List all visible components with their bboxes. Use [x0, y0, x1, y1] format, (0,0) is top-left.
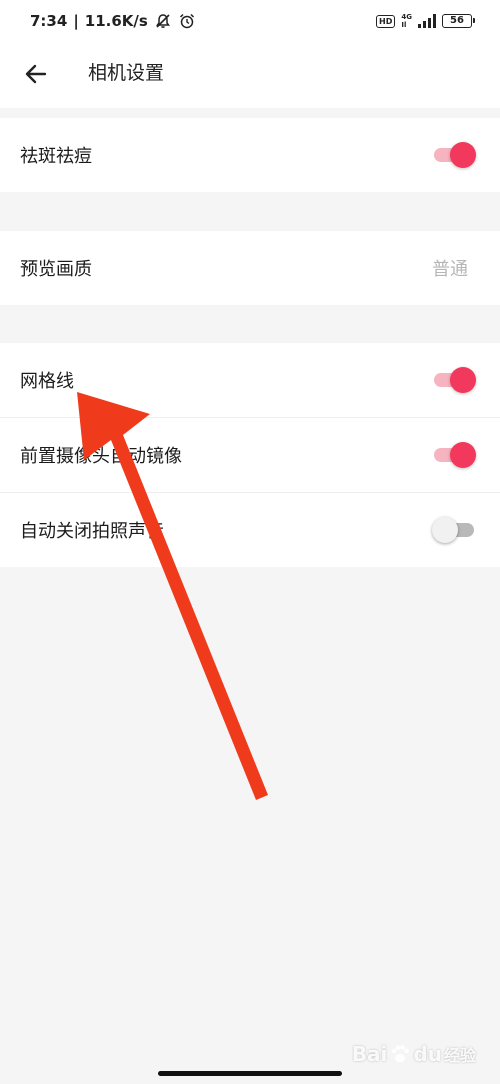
- watermark-brand-end: du: [413, 1042, 442, 1066]
- setting-label: 预览画质: [20, 259, 92, 280]
- top-app-bar: 相机设置: [0, 40, 500, 108]
- back-button[interactable]: [14, 52, 58, 96]
- arrow-left-icon: [25, 64, 47, 84]
- battery-indicator: 56: [442, 14, 475, 28]
- setting-row-blemish-removal[interactable]: 祛斑祛痘: [0, 118, 500, 192]
- toggle-knob: [450, 142, 476, 168]
- setting-row-preview-quality[interactable]: 预览画质 普通: [0, 231, 500, 305]
- mute-bell-icon: [155, 14, 170, 28]
- status-separator: |: [73, 12, 79, 30]
- toggle-knob: [450, 367, 476, 393]
- status-left: 7:34 | 11.6K/s: [30, 10, 196, 32]
- toggle-knob: [450, 442, 476, 468]
- network-type-label: 4G: [401, 13, 412, 21]
- grid-lines-toggle[interactable]: [434, 367, 476, 393]
- watermark-brand: Bai: [351, 1042, 388, 1066]
- settings-group-shooting: 网格线 前置摄像头自动镜像 自动关闭拍照声音: [0, 343, 500, 567]
- front-camera-mirror-toggle[interactable]: [434, 442, 476, 468]
- status-bar: 7:34 | 11.6K/s HD 4G Il 56: [0, 0, 500, 40]
- setting-label: 祛斑祛痘: [20, 146, 92, 167]
- network-type-sub: Il: [401, 21, 407, 29]
- status-network-speed: 11.6K/s: [84, 12, 148, 30]
- alarm-clock-icon: [179, 13, 194, 29]
- setting-row-shutter-sound[interactable]: 自动关闭拍照声音: [0, 492, 500, 567]
- page-title: 相机设置: [88, 62, 165, 84]
- camera-settings-screen: 7:34 | 11.6K/s HD 4G Il 56 相机设置 祛斑祛痘 预览画…: [0, 0, 500, 1084]
- setting-row-grid-lines[interactable]: 网格线: [0, 343, 500, 417]
- network-type: 4G Il: [401, 13, 412, 29]
- settings-group-beauty: 祛斑祛痘: [0, 118, 500, 192]
- home-indicator[interactable]: [158, 1071, 342, 1076]
- setting-label: 自动关闭拍照声音: [20, 521, 164, 542]
- status-time: 7:34: [30, 12, 68, 30]
- shutter-sound-toggle[interactable]: [432, 517, 474, 543]
- signal-strength-icon: [418, 14, 436, 28]
- setting-row-front-camera-mirror[interactable]: 前置摄像头自动镜像: [0, 417, 500, 492]
- paw-icon: [392, 1045, 410, 1063]
- baidu-watermark: Bai du 经验: [352, 1042, 476, 1066]
- setting-label: 前置摄像头自动镜像: [20, 446, 182, 467]
- blemish-removal-toggle[interactable]: [434, 142, 476, 168]
- settings-group-preview: 预览画质 普通: [0, 231, 500, 305]
- hd-badge: HD: [376, 14, 396, 28]
- preview-quality-value: 普通: [432, 259, 468, 280]
- watermark-suffix: 经验: [443, 1046, 476, 1065]
- toggle-knob: [432, 517, 458, 543]
- setting-label: 网格线: [20, 371, 74, 392]
- status-right: HD 4G Il 56: [376, 10, 475, 32]
